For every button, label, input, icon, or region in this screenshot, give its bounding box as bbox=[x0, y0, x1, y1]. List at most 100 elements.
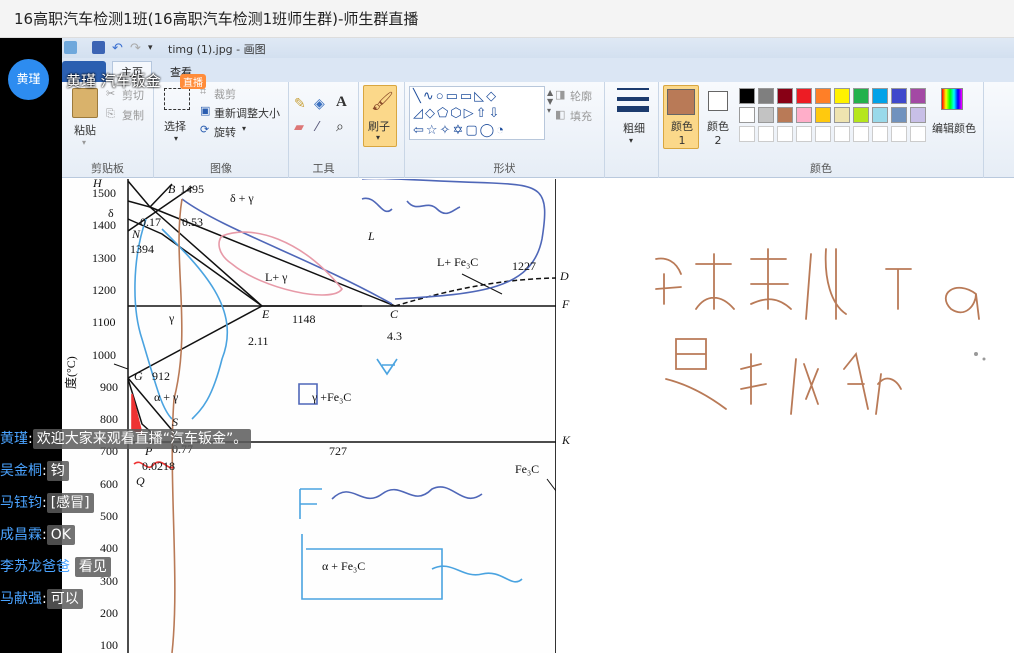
palette-swatch[interactable] bbox=[815, 88, 831, 104]
y-tick-label: 1200 bbox=[92, 282, 116, 297]
streamer-title: 黄瑾 汽车钣金 bbox=[66, 72, 161, 90]
chat-sender[interactable]: 马献强 bbox=[0, 591, 42, 607]
palette-swatch[interactable] bbox=[834, 88, 850, 104]
pencil-icon[interactable]: ✎ bbox=[294, 96, 306, 112]
palette-swatch-empty[interactable] bbox=[758, 126, 774, 142]
edit-colors-button[interactable]: 编辑颜色 bbox=[932, 120, 976, 136]
palette-swatch[interactable] bbox=[758, 107, 774, 123]
magnifier-icon[interactable]: ⌕ bbox=[336, 119, 344, 135]
select-button[interactable]: 选择 bbox=[164, 118, 186, 134]
label-0.17: 0.17 bbox=[140, 215, 161, 229]
palette-swatch-empty[interactable] bbox=[777, 126, 793, 142]
palette-swatch-empty[interactable] bbox=[891, 126, 907, 142]
y-tick-label: 800 bbox=[100, 412, 118, 427]
palette-swatch-empty[interactable] bbox=[910, 126, 926, 142]
window-title-bar: 16高职汽车检测1班(16高职汽车检测1班师生群)-师生群直播 bbox=[0, 0, 1014, 38]
label-gamma: γ bbox=[169, 311, 175, 325]
palette-swatch-empty[interactable] bbox=[872, 126, 888, 142]
palette-swatch[interactable] bbox=[739, 88, 755, 104]
y-tick-label: 500 bbox=[100, 509, 118, 523]
rotate-dropdown-icon[interactable]: ▾ bbox=[242, 124, 246, 133]
label-2.11: 2.11 bbox=[248, 334, 269, 348]
screen: 16高职汽车检测1班(16高职汽车检测1班师生群)-师生群直播 ↶ ↷ ▾ ti… bbox=[0, 0, 1014, 653]
shapes-gallery[interactable]: ╲∿○▭▭◺◇ ◿◇⬠⬡▷⇧⇩ ⇦☆✧✡▢◯◔ bbox=[409, 86, 545, 140]
copy-button[interactable]: 复制 bbox=[122, 107, 144, 123]
resize-button[interactable]: 重新调整大小 bbox=[214, 105, 280, 121]
label-L-Fe3C: L+ Fe₃C bbox=[437, 255, 479, 269]
palette-swatch[interactable] bbox=[834, 107, 850, 123]
chat-sender[interactable]: 黄瑾 bbox=[0, 431, 28, 447]
palette-swatch[interactable] bbox=[777, 107, 793, 123]
fill-shape-icon[interactable]: ◧ bbox=[555, 108, 565, 121]
rotate-icon[interactable]: ⟳ bbox=[200, 123, 209, 136]
customize-qat-icon[interactable]: ▾ bbox=[148, 41, 161, 54]
label-4.3: 4.3 bbox=[387, 329, 402, 343]
paste-icon[interactable] bbox=[72, 88, 98, 118]
size-button[interactable]: 粗细 bbox=[623, 120, 645, 136]
edit-colors-icon[interactable] bbox=[941, 88, 963, 110]
chat-separator: : bbox=[42, 527, 47, 543]
palette-swatch[interactable] bbox=[872, 88, 888, 104]
paint-canvas[interactable]: 1500 1400 1300 1200 1100 1000 900 800 700 600 500 4… bbox=[62, 176, 1014, 653]
fill-shape-button[interactable]: 填充 bbox=[570, 108, 592, 124]
palette-swatch-empty[interactable] bbox=[739, 126, 755, 142]
fill-icon[interactable]: ◈ bbox=[314, 96, 325, 112]
eraser-icon[interactable]: ▰ bbox=[294, 120, 304, 135]
color2-label[interactable]: 颜色 2 bbox=[705, 120, 731, 148]
palette-swatch[interactable] bbox=[758, 88, 774, 104]
select-icon[interactable] bbox=[164, 88, 190, 110]
palette-swatch[interactable] bbox=[796, 88, 812, 104]
palette-swatch[interactable] bbox=[853, 88, 869, 104]
save-icon[interactable] bbox=[92, 41, 105, 54]
chat-sender[interactable]: 吴金桐 bbox=[0, 463, 42, 479]
shapes-scroll-icon[interactable]: ▲ ▼ ▾ bbox=[547, 88, 553, 115]
streamer-avatar[interactable]: 黄瑾 bbox=[8, 59, 49, 100]
color2-swatch[interactable] bbox=[708, 91, 728, 111]
chat-separator: : bbox=[28, 431, 33, 447]
chat-sender[interactable]: 成昌霖 bbox=[0, 527, 42, 543]
text-icon[interactable]: A bbox=[336, 94, 347, 111]
palette-swatch-empty[interactable] bbox=[853, 126, 869, 142]
copy-icon[interactable]: ⎘ bbox=[106, 107, 115, 121]
palette-swatch[interactable] bbox=[815, 107, 831, 123]
palette-swatch[interactable] bbox=[777, 88, 793, 104]
palette-swatch[interactable] bbox=[910, 88, 926, 104]
palette-swatch[interactable] bbox=[891, 107, 907, 123]
size-dropdown-icon[interactable]: ▾ bbox=[629, 136, 633, 145]
brushes-dropdown-icon[interactable]: ▾ bbox=[376, 133, 380, 142]
handwriting-annotations bbox=[655, 248, 986, 415]
crop-button[interactable]: 裁剪 bbox=[214, 86, 236, 102]
outline-icon[interactable]: ◨ bbox=[555, 88, 565, 101]
outline-button[interactable]: 轮廓 bbox=[570, 88, 592, 104]
label-gamma-Fe3C: γ +Fe₃C bbox=[312, 390, 352, 404]
y-axis-label: 度(°C) bbox=[64, 356, 78, 389]
palette-swatch[interactable] bbox=[739, 107, 755, 123]
brush-paint-icon[interactable]: 🖌 bbox=[371, 91, 394, 112]
undo-icon[interactable]: ↶ bbox=[112, 41, 125, 54]
chat-separator: : bbox=[70, 559, 75, 575]
chat-text: OK bbox=[46, 525, 75, 545]
palette-swatch[interactable] bbox=[891, 88, 907, 104]
brushes-button[interactable]: 刷子 bbox=[368, 118, 390, 134]
resize-icon[interactable]: ▣ bbox=[200, 104, 210, 117]
rotate-button[interactable]: 旋转 bbox=[214, 124, 236, 140]
chat-message: 吴金桐: 钧 bbox=[0, 458, 69, 484]
paste-dropdown-icon[interactable]: ▾ bbox=[82, 138, 86, 147]
palette-swatch[interactable] bbox=[910, 107, 926, 123]
color-picker-icon[interactable]: ⁄ bbox=[316, 120, 318, 135]
palette-swatch-empty[interactable] bbox=[796, 126, 812, 142]
paste-button[interactable]: 粘贴 bbox=[74, 122, 96, 138]
palette-swatch[interactable] bbox=[872, 107, 888, 123]
palette-swatch-empty[interactable] bbox=[815, 126, 831, 142]
palette-swatch[interactable] bbox=[796, 107, 812, 123]
label-Fe3C: Fe₃C bbox=[515, 462, 540, 476]
y-tick-label: 100 bbox=[100, 638, 118, 653]
chat-sender[interactable]: 马钰钧 bbox=[0, 495, 42, 511]
redo-icon[interactable]: ↷ bbox=[130, 41, 143, 54]
select-dropdown-icon[interactable]: ▾ bbox=[174, 134, 178, 143]
palette-swatch-empty[interactable] bbox=[834, 126, 850, 142]
palette-swatch[interactable] bbox=[853, 107, 869, 123]
chat-message: 马献强: 可以 bbox=[0, 586, 83, 612]
chat-sender[interactable]: 李苏龙爸爸 bbox=[0, 559, 70, 575]
chat-message: 李苏龙爸爸: 看见 bbox=[0, 554, 111, 580]
